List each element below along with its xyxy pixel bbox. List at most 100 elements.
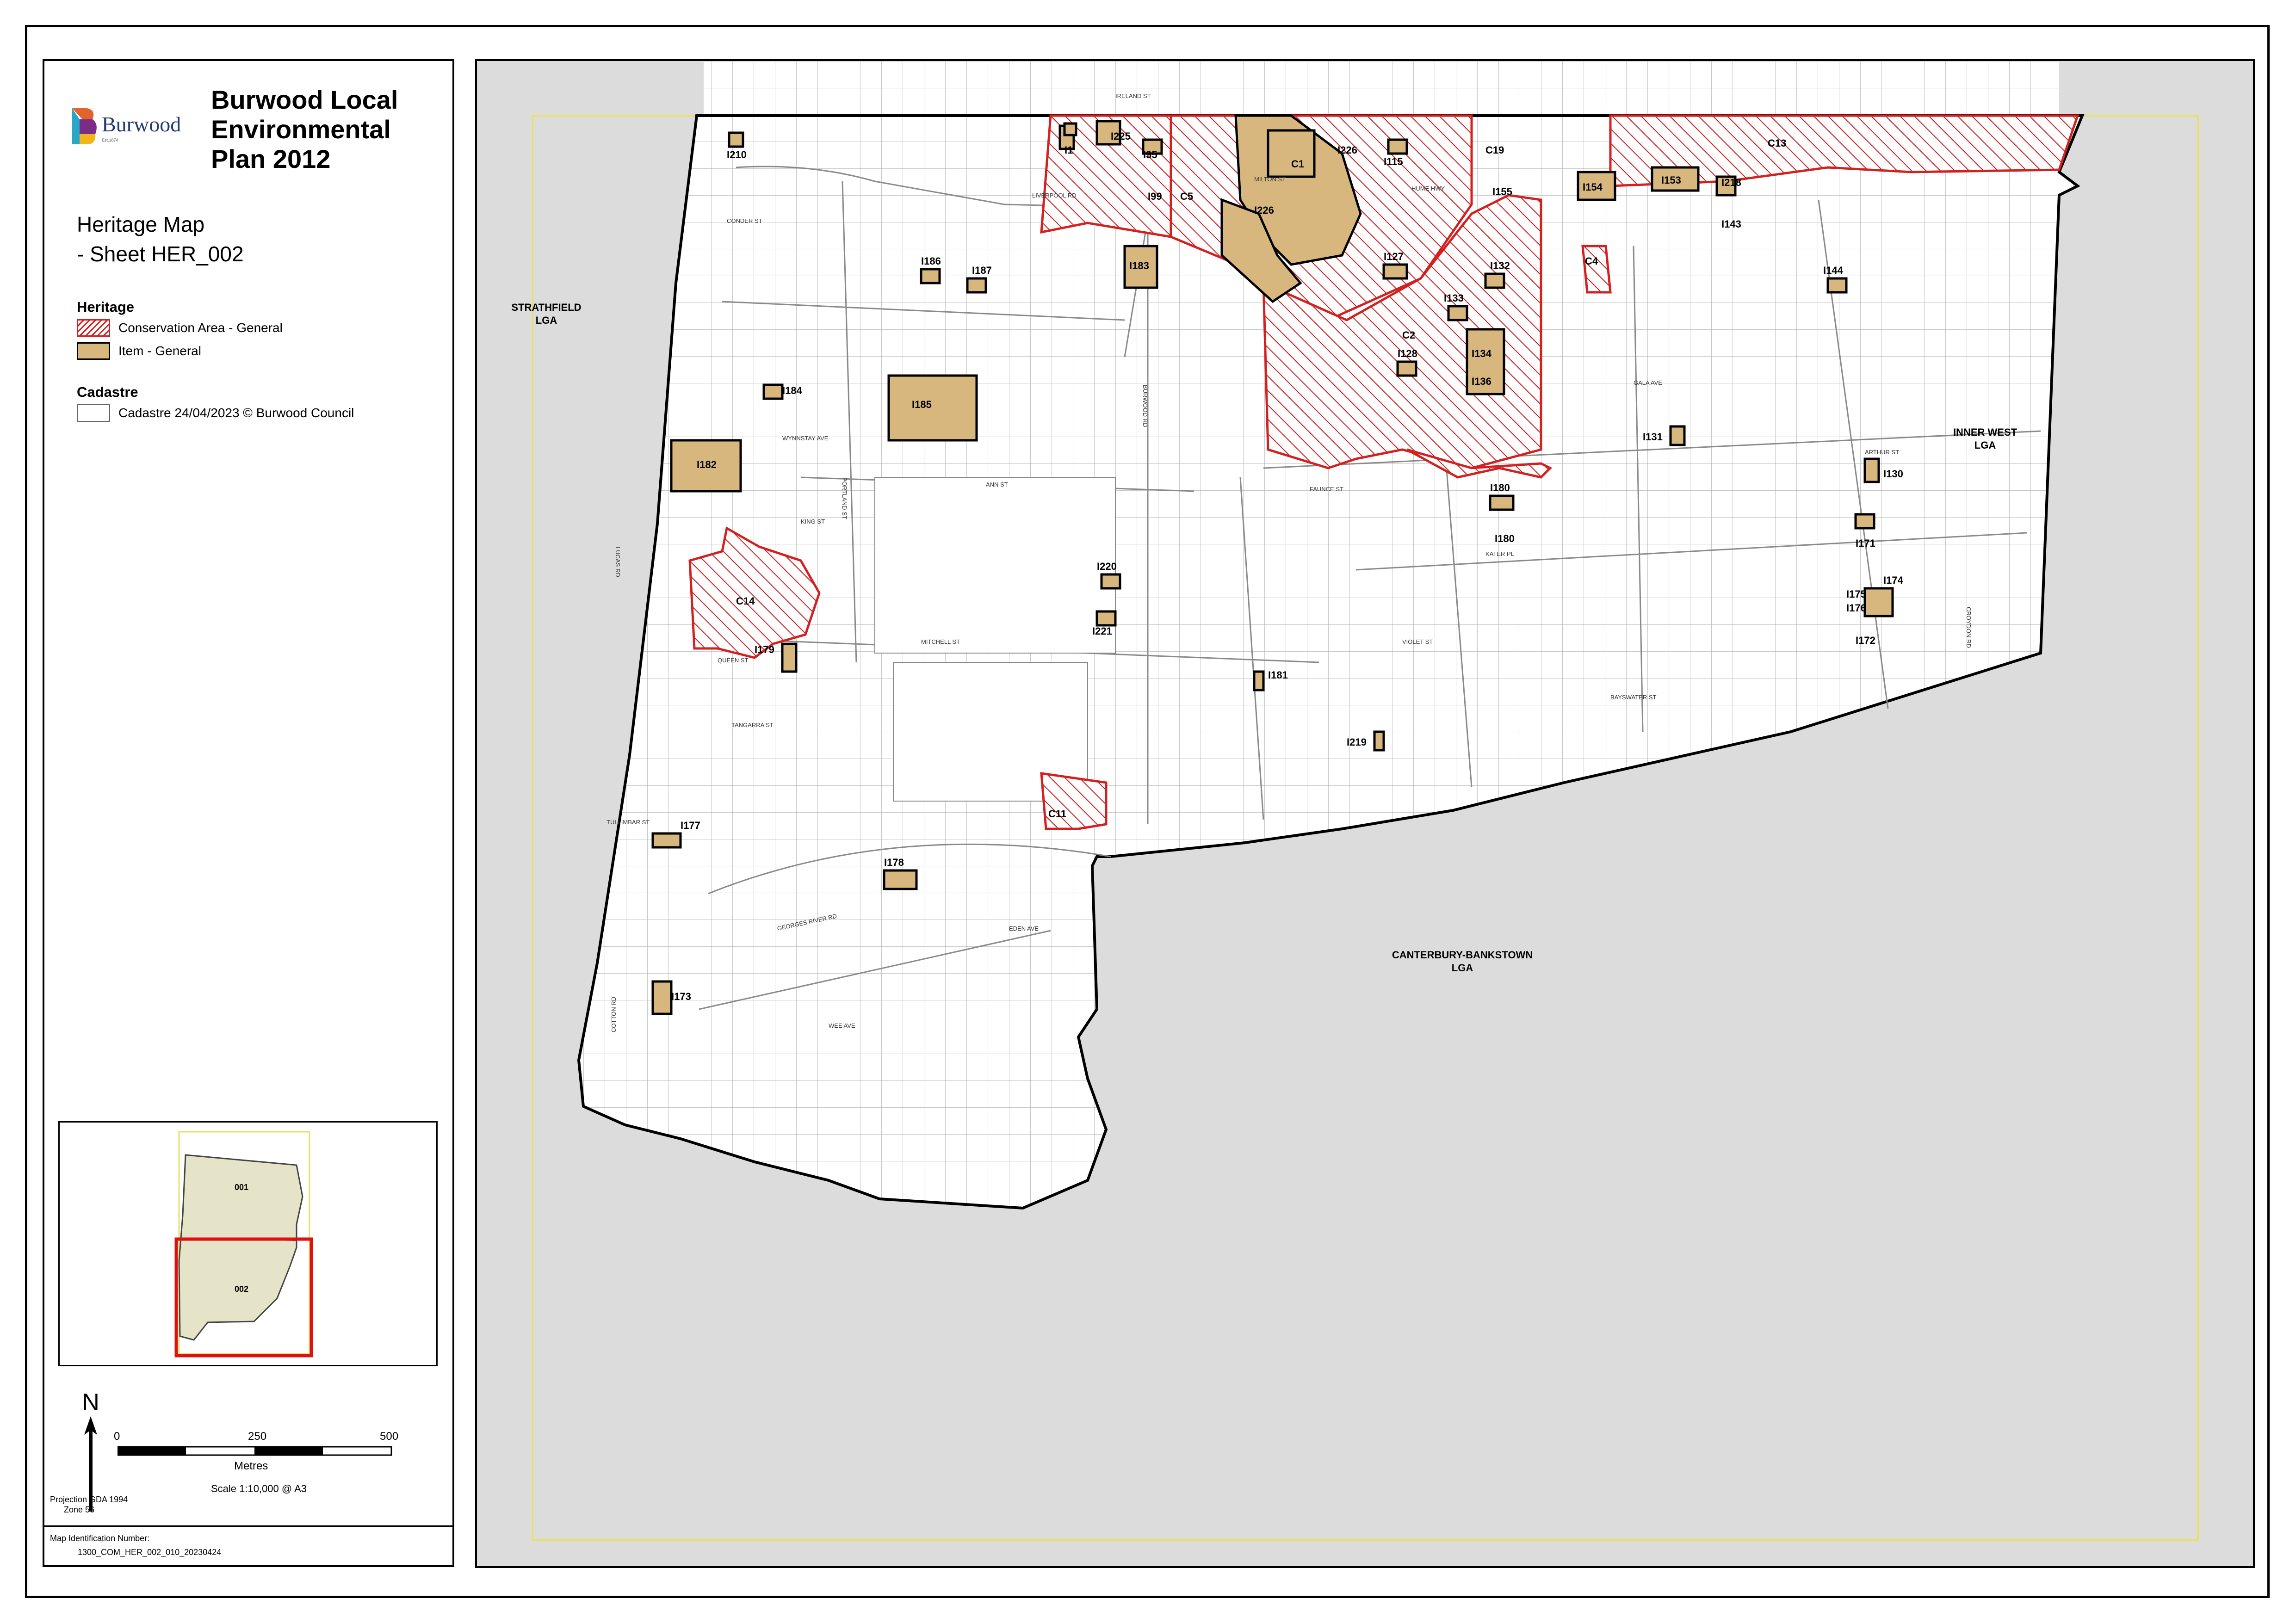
scale-tick-500: 500 — [380, 1430, 399, 1443]
label-i143: I143 — [1721, 218, 1741, 230]
item-i131 — [1669, 425, 1686, 446]
label-i184: I184 — [782, 385, 803, 396]
label-i133: I133 — [1444, 292, 1464, 304]
item-i128 — [1396, 360, 1417, 377]
label-i172: I172 — [1856, 635, 1875, 646]
label-c1: C1 — [1291, 158, 1304, 170]
title-line-1: Burwood Local — [211, 85, 398, 114]
item-i185 — [887, 374, 978, 442]
street-king-st: KING ST — [801, 518, 825, 525]
label-c19: C19 — [1485, 144, 1504, 156]
title-line-2: Environmental — [211, 115, 391, 144]
north-letter: N — [82, 1389, 99, 1416]
burwood-logo: Burwood Est.1874 — [68, 105, 189, 156]
street-arthur-st: ARTHUR ST — [1865, 449, 1899, 456]
label-i130: I130 — [1883, 468, 1903, 480]
label-i177: I177 — [681, 820, 700, 831]
logo-established: Est.1874 — [102, 138, 118, 142]
street-conder-st: CONDER ST — [727, 217, 762, 224]
label-i225: I225 — [1111, 130, 1131, 142]
label-i155: I155 — [1492, 186, 1512, 197]
key-sheet-002: 002 — [235, 1284, 248, 1294]
label-i154: I154 — [1583, 181, 1603, 193]
cadastre-swatch — [77, 404, 110, 422]
street-ann-st: ANN ST — [986, 481, 1008, 488]
item-i184 — [762, 383, 784, 400]
conservation-area-c4 — [1581, 245, 1612, 294]
scale-bar: 0 250 500 Metres — [114, 1430, 401, 1476]
street-lucas-rd: LUCAS RD — [614, 547, 621, 577]
item-i178 — [883, 869, 918, 890]
map-panel: STRATHFIELD LGA INNER WEST LGA CANTERBUR… — [475, 59, 2255, 1568]
item-i186 — [920, 268, 941, 284]
street-tullimbar-st: TULLIMBAR ST — [606, 819, 650, 826]
legend-divider — [44, 1525, 452, 1527]
label-c2: C2 — [1402, 329, 1415, 341]
street-hume-hwy: HUME HWY — [1411, 185, 1445, 192]
item-i226-block — [1267, 129, 1316, 178]
legend-panel: Burwood Est.1874 Burwood Local Environme… — [43, 59, 454, 1567]
item-i220 — [1100, 573, 1121, 590]
label-i181: I181 — [1268, 669, 1288, 681]
street-queen-st: QUEEN ST — [718, 657, 749, 664]
item-i115 — [1387, 138, 1408, 155]
label-i99: I99 — [1148, 191, 1162, 202]
projection-line-1: Projection GDA 1994 — [50, 1495, 128, 1504]
title-line-3: Plan 2012 — [211, 144, 331, 173]
street-faunce-st: FAUNCE ST — [1310, 486, 1343, 493]
label-i226-a: I226 — [1337, 144, 1357, 156]
lga-canterbury-1: CANTERBURY-BANKSTOWN — [1392, 949, 1533, 961]
label-i127: I127 — [1384, 251, 1404, 262]
item-i210 — [728, 131, 744, 148]
street-milton-st: MILTON ST — [1254, 176, 1286, 183]
item-label: Item - General — [118, 344, 201, 358]
item-i180 — [1489, 494, 1515, 511]
street-mitchell-st: MITCHELL ST — [921, 638, 960, 645]
label-i175: I175 — [1846, 588, 1866, 600]
item-i179 — [781, 642, 798, 673]
item-i171 — [1854, 513, 1875, 530]
label-c13: C13 — [1768, 137, 1786, 149]
label-i1: I1 — [1064, 144, 1073, 156]
lga-inner-west-2: LGA — [1974, 439, 1996, 451]
legend-conservation: Conservation Area - General — [77, 319, 283, 337]
lga-inner-west-1: INNER WEST — [1953, 426, 2018, 438]
label-i178: I178 — [884, 857, 904, 868]
street-wee-ave: WEE AVE — [829, 1022, 855, 1029]
label-i218: I218 — [1721, 177, 1741, 188]
street-burwood-rd: BURWOOD RD — [1142, 385, 1149, 427]
item-i221 — [1095, 610, 1117, 627]
label-i171: I171 — [1856, 537, 1875, 549]
item-i181 — [1253, 670, 1265, 691]
label-i219: I219 — [1347, 736, 1367, 748]
label-c4: C4 — [1585, 255, 1598, 267]
label-i176: I176 — [1846, 602, 1866, 614]
label-i180-b: I180 — [1495, 533, 1515, 544]
street-liverpool-rd: LIVERPOOL RD — [1032, 192, 1077, 199]
item-i174-i176 — [1863, 587, 1894, 617]
heritage-heading: Heritage — [77, 299, 135, 315]
label-c5: C5 — [1180, 191, 1193, 202]
scale-unit: Metres — [234, 1460, 268, 1472]
label-i174: I174 — [1883, 574, 1904, 586]
street-cotton-rd: COTTON RD — [610, 997, 617, 1032]
label-c14: C14 — [736, 595, 755, 607]
label-i179: I179 — [755, 644, 774, 655]
label-i187: I187 — [972, 265, 992, 276]
plan-title: Burwood Local Environmental Plan 2012 — [211, 85, 398, 174]
item-i144 — [1826, 277, 1848, 294]
item-swatch — [77, 342, 110, 360]
projection-line-2: Zone 56 — [64, 1505, 95, 1514]
item-i177 — [651, 832, 682, 849]
street-portland-st: PORTLAND ST — [841, 477, 848, 519]
scale-tick-0: 0 — [114, 1430, 120, 1443]
label-i153: I153 — [1661, 174, 1681, 186]
item-i1 — [1063, 122, 1077, 136]
label-i226-b: I226 — [1254, 204, 1274, 216]
key-map: 001 002 — [58, 1121, 438, 1366]
sheet-name: - Sheet HER_002 — [77, 242, 244, 266]
scale-bar-graphic — [118, 1446, 392, 1456]
label-i132: I132 — [1490, 260, 1510, 272]
cadastre-label: Cadastre 24/04/2023 © Burwood Council — [118, 406, 354, 420]
conservation-label: Conservation Area - General — [118, 321, 283, 335]
